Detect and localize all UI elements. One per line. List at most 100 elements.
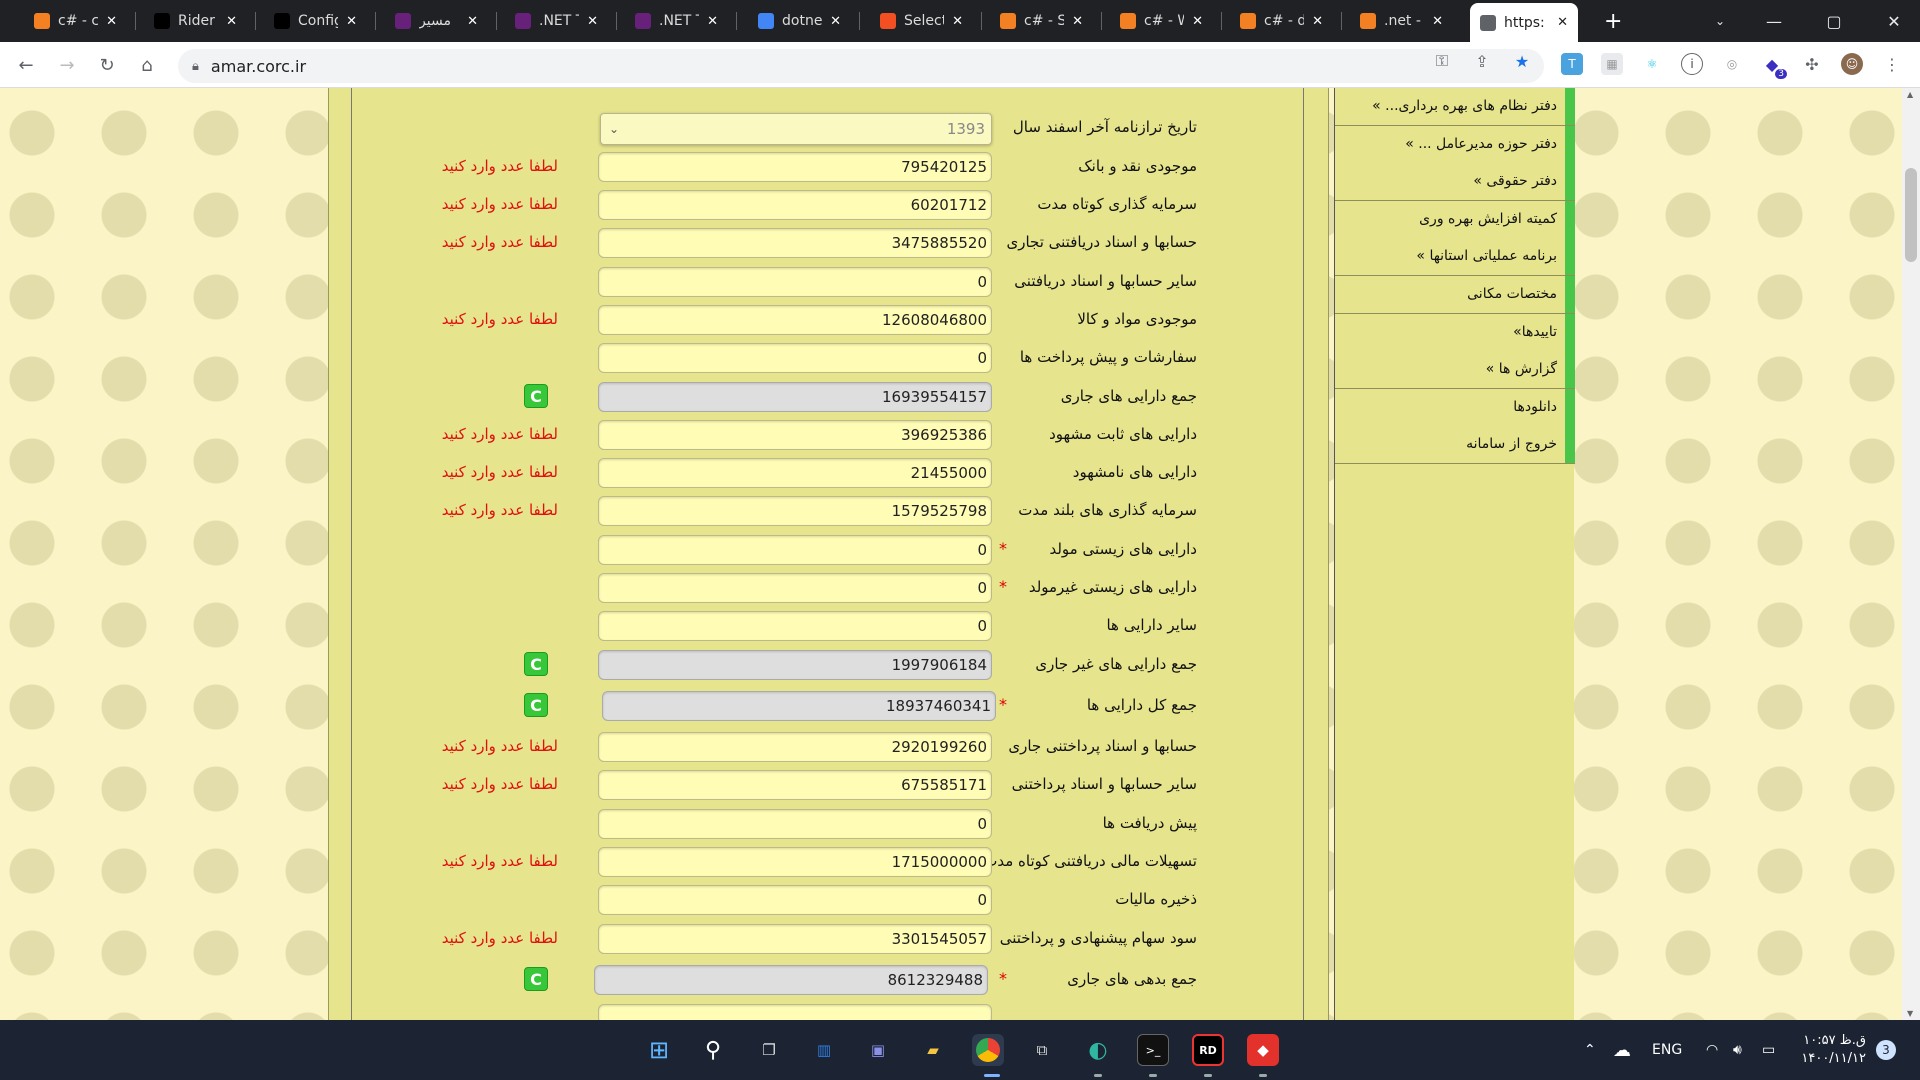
scroll-down-arrow[interactable]: ▼ (1907, 1009, 1913, 1018)
close-tab-icon[interactable]: ✕ (226, 14, 237, 29)
start-windows-icon[interactable]: ⊞ (643, 1034, 675, 1066)
extension-ghost-icon[interactable]: ◎ (1721, 53, 1743, 75)
extensions-puzzle-icon[interactable]: ✣ (1801, 53, 1823, 75)
scrollbar-thumb[interactable] (1905, 168, 1917, 262)
key-icon[interactable]: ⚿ (1432, 51, 1452, 71)
sidebar-item[interactable]: مختصات مکانی (1335, 276, 1575, 314)
tab-2[interactable]: Config ✕ (264, 5, 367, 37)
tray-chevron-icon[interactable]: ⌃ (1584, 1020, 1596, 1080)
close-tab-icon[interactable]: ✕ (952, 14, 963, 29)
reload-button[interactable]: ↻ (93, 51, 121, 79)
close-tab-icon[interactable]: ✕ (587, 14, 598, 29)
number-input[interactable]: 795420125 (598, 152, 992, 182)
number-input[interactable]: 1579525798 (598, 496, 992, 526)
sidebar-item[interactable]: خروج از سامانه (1335, 426, 1575, 465)
tab-4[interactable]: .NET T ✕ (505, 5, 608, 37)
extension-hat-icon[interactable]: ◆ 3 (1761, 53, 1787, 79)
minimize-button[interactable]: — (1744, 0, 1804, 42)
notification-badge[interactable]: 3 (1876, 1020, 1896, 1080)
sidebar-item[interactable]: دفتر حوزه مدیرعامل ... » (1335, 125, 1575, 164)
task-view-icon[interactable]: ❐ (753, 1034, 785, 1066)
wifi-icon[interactable]: ◠ (1706, 1020, 1718, 1080)
number-input[interactable]: 0 (598, 267, 992, 297)
close-tab-icon[interactable]: ✕ (1072, 14, 1083, 29)
number-input[interactable]: 0 (598, 885, 992, 915)
menu-kebab-icon[interactable]: ⋮ (1881, 53, 1903, 75)
battery-icon[interactable]: ▭ (1762, 1020, 1775, 1080)
number-input[interactable]: 3475885520 (598, 228, 992, 258)
sidebar-item[interactable]: گزارش ها » (1335, 351, 1575, 390)
tab-1[interactable]: Rider ✕ (144, 5, 247, 37)
file-explorer-icon[interactable]: ▰ (917, 1034, 949, 1066)
terminal-icon[interactable]: >_ (1137, 1034, 1169, 1066)
tab-0[interactable]: c# - cl ✕ (24, 5, 127, 37)
forward-button[interactable]: → (53, 51, 81, 79)
recalculate-icon[interactable]: C (524, 652, 548, 676)
year-select[interactable]: ⌄ 1393 (600, 113, 992, 145)
number-input[interactable]: 0 (598, 809, 992, 839)
number-input[interactable] (598, 1004, 992, 1020)
number-input[interactable]: 3301545057 (598, 924, 992, 954)
tab-9[interactable]: c# - W ✕ (1110, 5, 1213, 37)
close-tab-icon[interactable]: ✕ (346, 14, 357, 29)
recalculate-icon[interactable]: C (524, 384, 548, 408)
sidebar-item[interactable]: دفتر نظام های بهره برداری... » (1335, 88, 1575, 126)
close-tab-icon[interactable]: ✕ (707, 14, 718, 29)
home-button[interactable]: ⌂ (133, 51, 161, 79)
address-bar[interactable]: 🔒︎ amar.corc.ir (178, 49, 1544, 83)
extension-circle-icon[interactable]: i (1681, 53, 1703, 75)
close-tab-icon[interactable]: ✕ (1192, 14, 1203, 29)
number-input[interactable]: 0 (598, 611, 992, 641)
onedrive-icon[interactable]: ☁ (1613, 1020, 1631, 1080)
volume-icon[interactable]: 🔊︎ (1733, 1020, 1742, 1080)
sidebar-item[interactable]: برنامه عملیاتی استانها » (1335, 238, 1575, 277)
number-input[interactable]: 0 (598, 343, 992, 373)
number-input[interactable]: 396925386 (598, 420, 992, 450)
chrome-icon[interactable] (972, 1034, 1004, 1066)
number-input[interactable]: 0 (598, 573, 992, 603)
extension-react-icon[interactable]: ⚛ (1641, 53, 1663, 75)
teams-chat-icon[interactable]: ▣ (862, 1034, 894, 1066)
number-input[interactable]: 60201712 (598, 190, 992, 220)
new-tab-button[interactable]: + (1594, 5, 1632, 37)
sidebar-item[interactable]: دانلودها (1335, 388, 1575, 427)
tab-11[interactable]: .net - ✕ (1350, 5, 1453, 37)
tab-12[interactable]: https: ✕ (1470, 3, 1578, 42)
extension-translate-icon[interactable]: T (1561, 53, 1583, 75)
tab-3[interactable]: مسیر ✕ (385, 5, 488, 37)
number-input[interactable]: 21455000 (598, 458, 992, 488)
tab-8[interactable]: c# - S ✕ (990, 5, 1093, 37)
search-icon[interactable]: ⚲ (697, 1034, 729, 1066)
close-tab-icon[interactable]: ✕ (1312, 14, 1323, 29)
close-tab-icon[interactable]: ✕ (467, 14, 478, 29)
close-tab-icon[interactable]: ✕ (1432, 14, 1443, 29)
maximize-button[interactable]: ▢ (1804, 0, 1864, 42)
tab-6[interactable]: dotne ✕ (748, 5, 851, 37)
close-tab-icon[interactable]: ✕ (830, 14, 841, 29)
tab-7[interactable]: Select ✕ (870, 5, 973, 37)
recalculate-icon[interactable]: C (524, 967, 548, 991)
bookmark-star-icon[interactable]: ★ (1512, 51, 1532, 71)
close-tab-icon[interactable]: ✕ (106, 14, 117, 29)
edge-icon[interactable]: ◐ (1082, 1034, 1114, 1066)
tab-search-button[interactable]: ⌄ (1690, 0, 1750, 42)
number-input[interactable]: 0 (598, 535, 992, 565)
clock[interactable]: ۱۰:۵۷ ق.ظ ۱۴۰۰/۱۱/۱۲ (1800, 1020, 1866, 1080)
sidebar-item[interactable]: دفتر حقوقی » (1335, 163, 1575, 202)
number-input[interactable]: 2920199260 (598, 732, 992, 762)
number-input[interactable]: 12608046800 (598, 305, 992, 335)
language-indicator[interactable]: ENG (1652, 1020, 1682, 1080)
sidebar-item[interactable]: تاییدها» (1335, 313, 1575, 352)
rider-icon[interactable]: RD (1192, 1034, 1224, 1066)
close-tab-icon[interactable]: ✕ (1557, 15, 1568, 30)
profile-avatar[interactable]: ☺ (1841, 53, 1863, 75)
number-input[interactable]: 1715000000 (598, 847, 992, 877)
number-input[interactable]: 675585171 (598, 770, 992, 800)
anydesk-icon[interactable]: ◆ (1247, 1034, 1279, 1066)
widgets-icon[interactable]: ▥ (808, 1034, 840, 1066)
scroll-up-arrow[interactable]: ▲ (1907, 90, 1913, 99)
tab-10[interactable]: c# - d ✕ (1230, 5, 1333, 37)
page-scrollbar[interactable]: ▲ ▼ (1902, 88, 1920, 1020)
sidebar-item[interactable]: کمیته افزایش بهره وری (1335, 200, 1575, 239)
store-icon[interactable]: ⧉ (1026, 1034, 1058, 1066)
